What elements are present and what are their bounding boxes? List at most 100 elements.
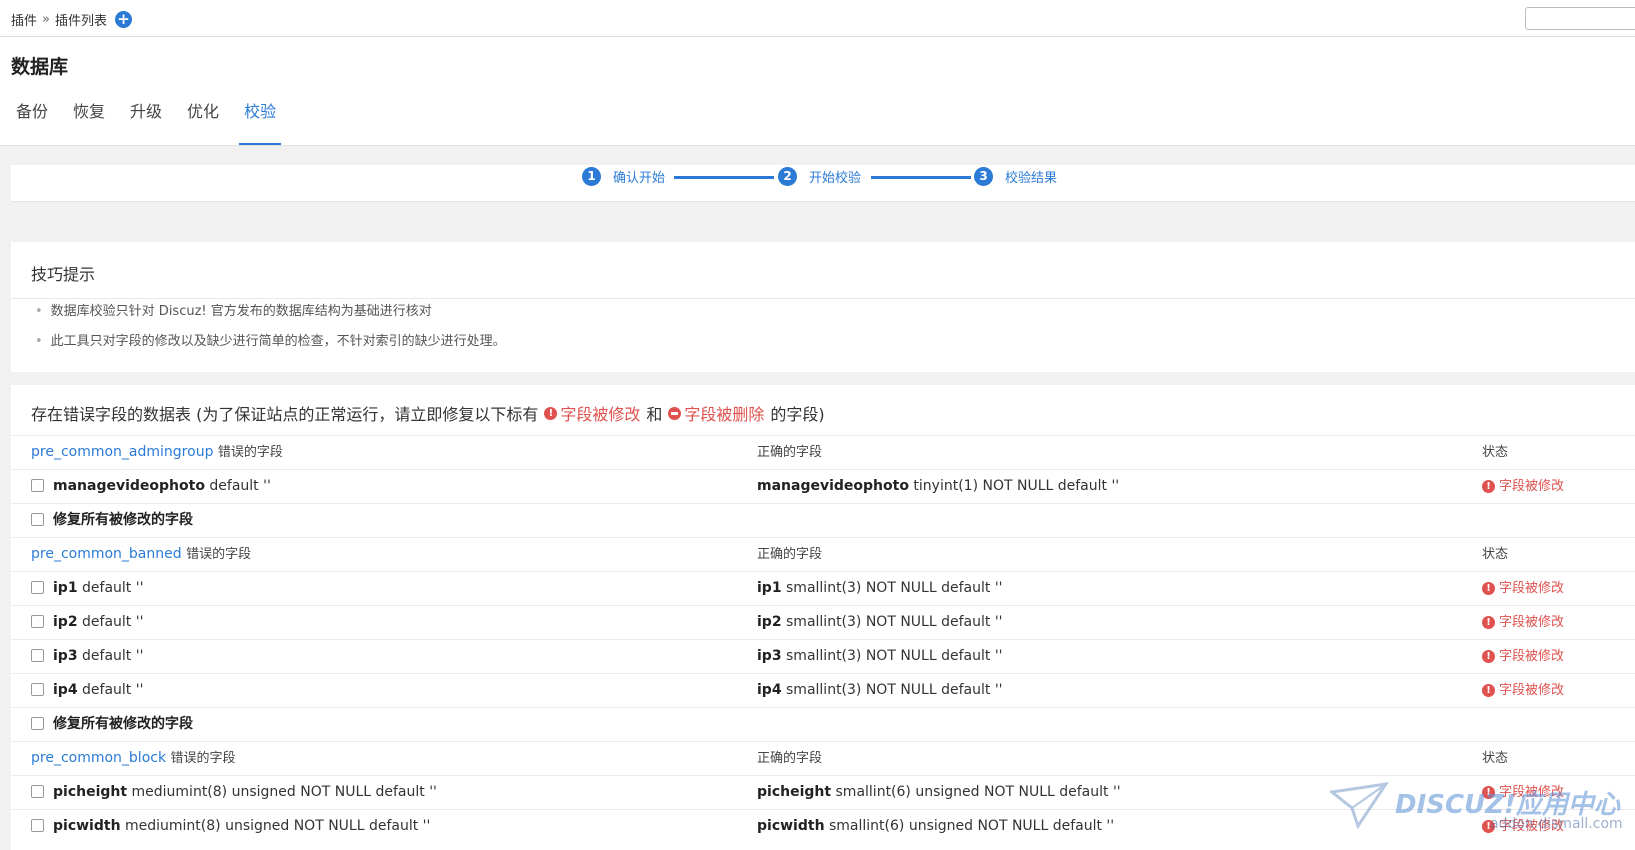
panel-title-suffix: 的字段) xyxy=(770,405,825,424)
correct-fields-label: 正确的字段 xyxy=(757,445,823,460)
step-label: 校验结果 xyxy=(1005,171,1058,186)
status-label: 状态 xyxy=(1482,547,1509,562)
status-label: 状态 xyxy=(1482,751,1509,766)
panel-title: 存在错误字段的数据表 (为了保证站点的正常运行，请立即修复以下标有 ! 字段被修… xyxy=(31,401,825,425)
step-number: 2 xyxy=(778,167,797,186)
breadcrumb-current[interactable]: 插件列表 xyxy=(55,10,107,29)
field-checkbox[interactable] xyxy=(31,818,44,832)
correct-fields-label: 正确的字段 xyxy=(757,751,823,766)
warning-icon: ! xyxy=(1482,480,1495,493)
breadcrumb-root[interactable]: 插件 xyxy=(11,10,37,29)
page-header: 数据库 备份 恢复 升级 优化 校验 xyxy=(0,37,1635,146)
field-name: picwidth xyxy=(53,818,121,834)
warning-icon: ! xyxy=(1482,616,1495,629)
table-header-row: pre_common_admingroup 错误的字段 正确的字段 状态 xyxy=(11,435,1635,469)
correct-definition: tinyint(1) NOT NULL default '' xyxy=(913,478,1120,494)
status-badge: ! 字段被修改 xyxy=(1482,810,1564,843)
tab-verify[interactable]: 校验 xyxy=(239,103,282,145)
step-connector xyxy=(871,176,971,179)
field-name: managevideophoto xyxy=(53,478,205,494)
wrong-definition: default '' xyxy=(82,580,144,596)
warning-icon: ! xyxy=(1482,786,1495,799)
wrong-definition: default '' xyxy=(209,478,271,494)
tab-backup[interactable]: 备份 xyxy=(11,103,53,145)
search-input[interactable] xyxy=(1525,7,1635,30)
field-checkbox[interactable] xyxy=(31,648,44,662)
fix-all-checkbox[interactable] xyxy=(31,512,44,526)
fix-all-row: 修复所有被修改的字段 xyxy=(11,503,1635,537)
field-name: ip3 xyxy=(53,648,78,664)
and-text: 和 xyxy=(646,405,663,424)
status-label: 状态 xyxy=(1482,445,1509,460)
step-label: 确认开始 xyxy=(613,171,666,186)
fix-all-label: 修复所有被修改的字段 xyxy=(53,512,193,528)
field-name: ip2 xyxy=(757,614,782,630)
deleted-legend: 字段被删除 xyxy=(684,405,765,424)
correct-definition: smallint(3) NOT NULL default '' xyxy=(786,580,1003,596)
wrong-definition: default '' xyxy=(82,648,144,664)
correct-definition: smallint(3) NOT NULL default '' xyxy=(786,682,1003,698)
table-header-row: pre_common_block 错误的字段 正确的字段 状态 xyxy=(11,741,1635,775)
tab-bar: 备份 恢复 升级 优化 校验 xyxy=(11,103,296,145)
progress-steps: 1 确认开始 2 开始校验 3 校验结果 xyxy=(11,165,1635,202)
page-title: 数据库 xyxy=(11,56,69,78)
breadcrumb: 插件 » 插件列表 + xyxy=(11,10,132,29)
panel-title-prefix: 存在错误字段的数据表 (为了保证站点的正常运行，请立即修复以下标有 xyxy=(31,405,539,424)
table-name-link[interactable]: pre_common_admingroup xyxy=(31,444,213,460)
tab-restore[interactable]: 恢复 xyxy=(68,103,110,145)
field-checkbox[interactable] xyxy=(31,580,44,594)
breadcrumb-separator: » xyxy=(42,12,50,27)
status-badge: ! 字段被修改 xyxy=(1482,572,1564,605)
fix-all-checkbox[interactable] xyxy=(31,716,44,730)
correct-fields-label: 正确的字段 xyxy=(757,547,823,562)
status-badge: ! 字段被修改 xyxy=(1482,606,1564,639)
table-name-link[interactable]: pre_common_block xyxy=(31,750,166,766)
table-row: managevideophoto default '' managevideop… xyxy=(11,469,1635,503)
status-badge: ! 字段被修改 xyxy=(1482,640,1564,673)
field-checkbox[interactable] xyxy=(31,478,44,492)
field-name: ip3 xyxy=(757,648,782,664)
table-row: ip1 default '' ip1 smallint(3) NOT NULL … xyxy=(11,571,1635,605)
table-name-link[interactable]: pre_common_banned xyxy=(31,546,182,562)
field-name: ip2 xyxy=(53,614,78,630)
field-name: ip4 xyxy=(53,682,78,698)
tips-title: 技巧提示 xyxy=(31,265,96,284)
fix-all-label: 修复所有被修改的字段 xyxy=(53,716,193,732)
table-row: picheight mediumint(8) unsigned NOT NULL… xyxy=(11,775,1635,809)
step-label: 开始校验 xyxy=(809,171,862,186)
tip-item: 此工具只对字段的修改以及缺少进行简单的检查，不针对索引的缺少进行处理。 xyxy=(35,330,506,349)
field-name: picheight xyxy=(757,784,832,800)
error-fields-panel: 存在错误字段的数据表 (为了保证站点的正常运行，请立即修复以下标有 ! 字段被修… xyxy=(11,385,1635,850)
deleted-icon xyxy=(668,406,682,420)
correct-definition: smallint(3) NOT NULL default '' xyxy=(786,614,1003,630)
table-row: ip4 default '' ip4 smallint(3) NOT NULL … xyxy=(11,673,1635,707)
status-badge: ! 字段被修改 xyxy=(1482,674,1564,707)
field-name: ip1 xyxy=(757,580,782,596)
status-badge: ! 字段被修改 xyxy=(1482,470,1564,503)
wrong-definition: mediumint(8) unsigned NOT NULL default '… xyxy=(131,784,437,800)
wrong-definition: default '' xyxy=(82,682,144,698)
field-name: ip4 xyxy=(757,682,782,698)
step-number: 1 xyxy=(582,167,601,186)
correct-definition: smallint(3) NOT NULL default '' xyxy=(786,648,1003,664)
warning-icon: ! xyxy=(1482,650,1495,663)
modified-legend: 字段被修改 xyxy=(560,405,641,424)
table-row: picwidth mediumint(8) unsigned NOT NULL … xyxy=(11,809,1635,843)
warning-icon: ! xyxy=(1482,582,1495,595)
correct-definition: smallint(6) unsigned NOT NULL default '' xyxy=(829,818,1115,834)
field-name: managevideophoto xyxy=(757,478,909,494)
fields-table: pre_common_admingroup 错误的字段 正确的字段 状态 man… xyxy=(11,435,1635,843)
top-bar: 插件 » 插件列表 + xyxy=(0,0,1635,37)
field-checkbox[interactable] xyxy=(31,682,44,696)
step-confirm: 1 确认开始 xyxy=(582,167,665,186)
step-result: 3 校验结果 xyxy=(974,167,1057,186)
field-name: picwidth xyxy=(757,818,825,834)
tab-optimize[interactable]: 优化 xyxy=(182,103,224,145)
table-row: ip3 default '' ip3 smallint(3) NOT NULL … xyxy=(11,639,1635,673)
field-name: ip1 xyxy=(53,580,78,596)
add-shortcut-icon[interactable]: + xyxy=(115,11,132,28)
field-checkbox[interactable] xyxy=(31,614,44,628)
step-connector xyxy=(674,176,774,179)
tab-upgrade[interactable]: 升级 xyxy=(125,103,167,145)
field-checkbox[interactable] xyxy=(31,784,44,798)
